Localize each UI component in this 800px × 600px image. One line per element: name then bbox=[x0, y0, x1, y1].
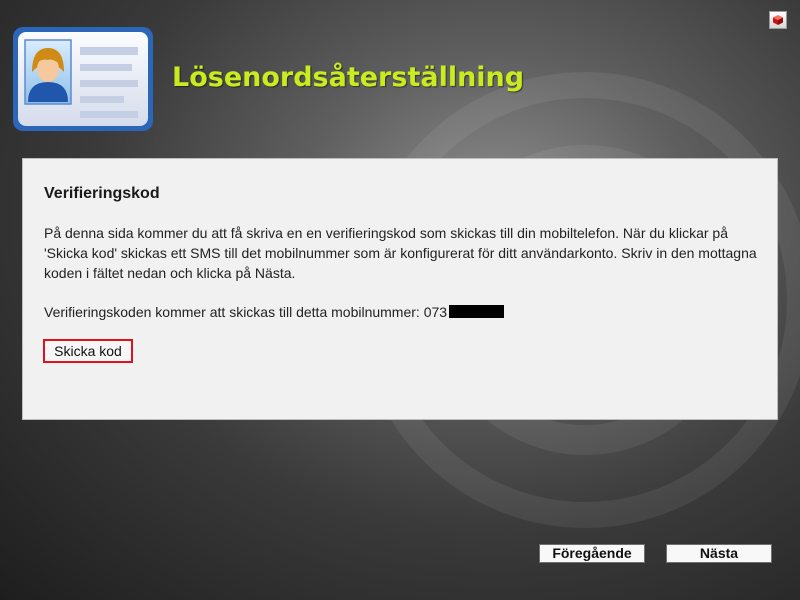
next-button[interactable]: Nästa bbox=[666, 544, 772, 563]
contact-card-icon bbox=[13, 27, 153, 131]
section-heading: Verifieringskod bbox=[44, 185, 160, 202]
redacted-number bbox=[449, 305, 505, 318]
app-cube-icon bbox=[773, 15, 783, 25]
mobile-number-text: Verifieringskoden kommer att skickas til… bbox=[44, 304, 448, 320]
instructions-text: På denna sida kommer du att få skriva en… bbox=[44, 225, 757, 281]
app-cube-button[interactable] bbox=[769, 11, 787, 29]
previous-button[interactable]: Föregående bbox=[539, 544, 645, 563]
verification-panel: Verifieringskod På denna sida kommer du … bbox=[22, 158, 778, 420]
mobile-number-line: Verifieringskoden kommer att skickas til… bbox=[44, 302, 505, 322]
send-code-button[interactable]: Skicka kod bbox=[43, 339, 133, 363]
page-title: Lösenordsåterställning bbox=[172, 62, 525, 93]
